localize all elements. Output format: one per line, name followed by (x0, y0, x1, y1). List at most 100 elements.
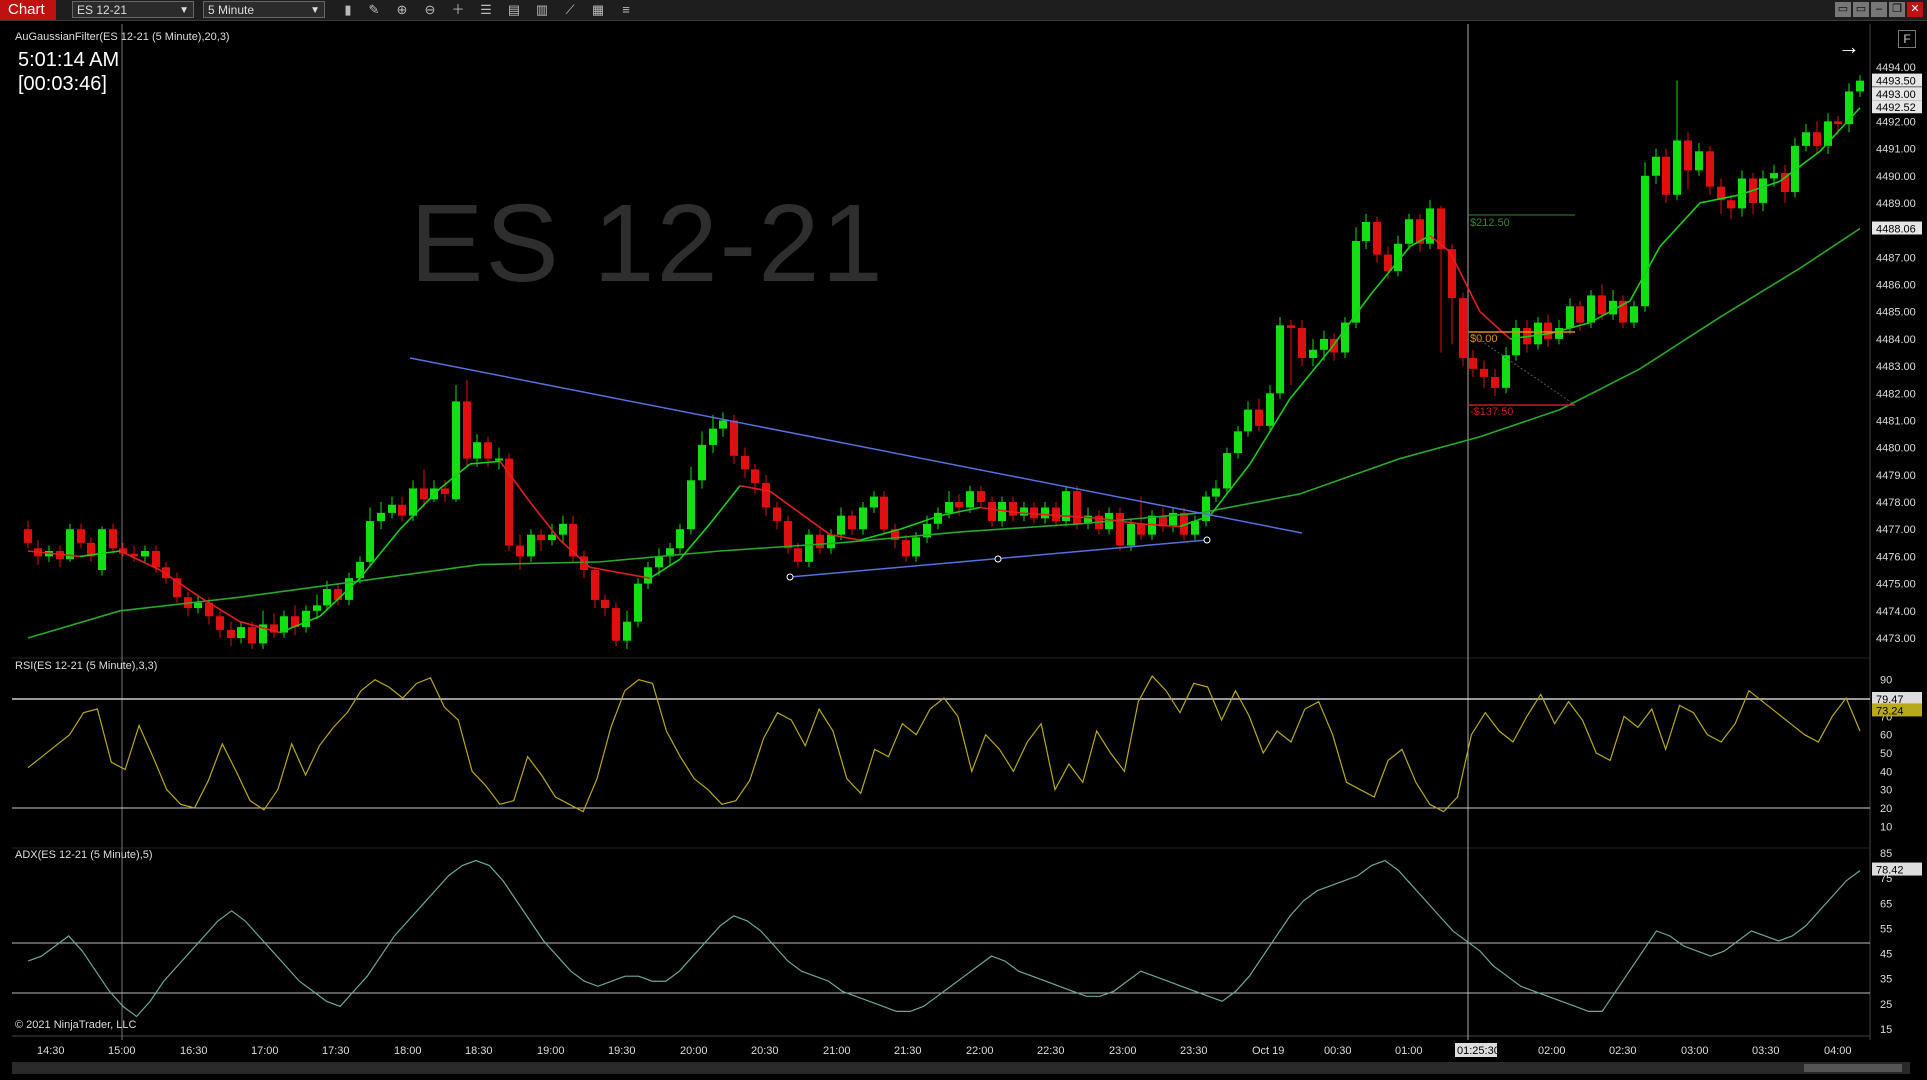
adx-panel-title: ADX(ES 12-21 (5 Minute),5) (15, 849, 153, 861)
candle-body (966, 491, 974, 508)
candle-body (109, 529, 117, 549)
time-tick-label: 22:30 (1037, 1045, 1065, 1057)
candle-body (1052, 507, 1060, 522)
price-axis: 4494.00 4492.00 4491.00 4490.00 4489.00 4488.… (1872, 62, 1922, 645)
candle-body (1576, 306, 1584, 323)
time-tick-label: 18:00 (394, 1045, 422, 1057)
price-tick-label: 4491.00 (1876, 144, 1916, 156)
adx-tick-label: 65 (1880, 898, 1892, 910)
candle-body (527, 534, 535, 557)
rsi-tick-label: 30 (1880, 785, 1892, 797)
candle-body (1309, 349, 1317, 358)
gaussian-segment (649, 558, 681, 579)
candle-body (1405, 219, 1413, 244)
candle-body (794, 548, 802, 562)
candle-body (1770, 173, 1778, 179)
adx-tick-label: 25 (1880, 999, 1892, 1011)
price-tick-label: 4478.00 (1876, 497, 1916, 509)
candle-body (473, 442, 481, 459)
adx-tick-label: 55 (1880, 923, 1892, 935)
time-tick-label: 02:00 (1538, 1045, 1566, 1057)
time-tick-label: 19:30 (608, 1045, 636, 1057)
candle-body (644, 567, 652, 584)
candle-body (741, 455, 749, 470)
candle-body (698, 444, 706, 481)
candle-body (548, 534, 556, 541)
candle-body (1212, 488, 1220, 497)
price-tick-label: 4484.00 (1876, 334, 1916, 346)
entry-label: $0.00 (1470, 333, 1498, 345)
rsi-tick-label: 10 (1880, 821, 1892, 833)
candle-body (634, 583, 642, 622)
candle-body (1009, 502, 1017, 516)
candle-body (977, 491, 985, 503)
candle-body (1480, 368, 1488, 377)
time-tick-label: 19:00 (537, 1045, 565, 1057)
candle-body (409, 488, 417, 516)
candle-body (1673, 140, 1681, 195)
candle-body (655, 556, 663, 568)
candle-body (773, 507, 781, 522)
time-tick-label: 23:30 (1180, 1045, 1208, 1057)
time-tick-label: 21:30 (894, 1045, 922, 1057)
candle-body (1834, 121, 1842, 125)
adx-tick-label: 35 (1880, 974, 1892, 986)
price-chart[interactable]: $212.50 $0.00 -$137.50 4494.004492.00449… (0, 0, 1927, 1080)
candle-body (1695, 151, 1703, 171)
price-tick-label: 4485.00 (1876, 307, 1916, 319)
time-tick-label: 04:00 (1824, 1045, 1852, 1057)
time-tick-label: 20:30 (751, 1045, 779, 1057)
upper-trendline (409, 357, 1303, 534)
candle-body (1652, 156, 1660, 176)
candle-body (1223, 453, 1231, 489)
candle-body (805, 534, 813, 562)
gaussian-segment (709, 485, 741, 525)
profit-label: $212.50 (1470, 217, 1510, 229)
horizontal-scrollbar[interactable] (12, 1062, 1910, 1074)
current-time: 5:01:14 AM (18, 49, 120, 71)
candle-body (1341, 322, 1349, 353)
price-marker-label: 4493.00 (1876, 89, 1916, 101)
candle-body (377, 512, 385, 522)
stop-loss-label: -$137.50 (1470, 406, 1513, 418)
candle-body (1469, 357, 1477, 369)
candle-body (955, 502, 963, 508)
candle-body (1255, 409, 1263, 426)
price-panel-title: AuGaussianFilter(ES 12-21 (5 Minute),20,… (15, 31, 230, 43)
candle-body (1244, 409, 1252, 432)
candle-body (495, 458, 503, 461)
gaussian-segment (529, 501, 561, 541)
candle-body (1491, 376, 1499, 388)
candle-body (141, 550, 149, 557)
candle-body (1287, 325, 1295, 329)
price-marker-label: 4492.52 (1876, 102, 1916, 114)
candle-body (827, 534, 835, 549)
adx-axis: 857565554535251578.42 (1872, 848, 1922, 1036)
candle-body (463, 401, 471, 459)
gaussian-segment (1779, 150, 1821, 182)
candle-body (687, 480, 695, 530)
candle-body (313, 605, 321, 611)
candle-body (194, 602, 202, 609)
time-tick-label: 17:00 (251, 1045, 279, 1057)
time-tick-label: Oct 19 (1252, 1045, 1284, 1057)
candle-body (988, 502, 996, 522)
candle-body (859, 507, 867, 530)
time-tick-label: 00:30 (1324, 1045, 1352, 1057)
candle-body (1137, 523, 1145, 535)
scrollbar-thumb[interactable] (1804, 1064, 1902, 1072)
candle-body (302, 610, 310, 628)
rsi-tick-label: 90 (1880, 675, 1892, 687)
candle-body (388, 504, 396, 513)
candle-body (323, 589, 331, 606)
candle-body (537, 534, 545, 541)
scroll-right-arrow-icon[interactable]: → (1838, 34, 1860, 60)
candle-body (505, 458, 513, 546)
candle-body (366, 521, 374, 562)
f-button[interactable]: F (1898, 30, 1916, 48)
adx-marker-label: 78.42 (1876, 865, 1904, 877)
rsi-tick-label: 60 (1880, 730, 1892, 742)
price-tick-label: 4474.00 (1876, 606, 1916, 618)
candle-body (1727, 200, 1735, 209)
candle-body (1662, 156, 1670, 195)
